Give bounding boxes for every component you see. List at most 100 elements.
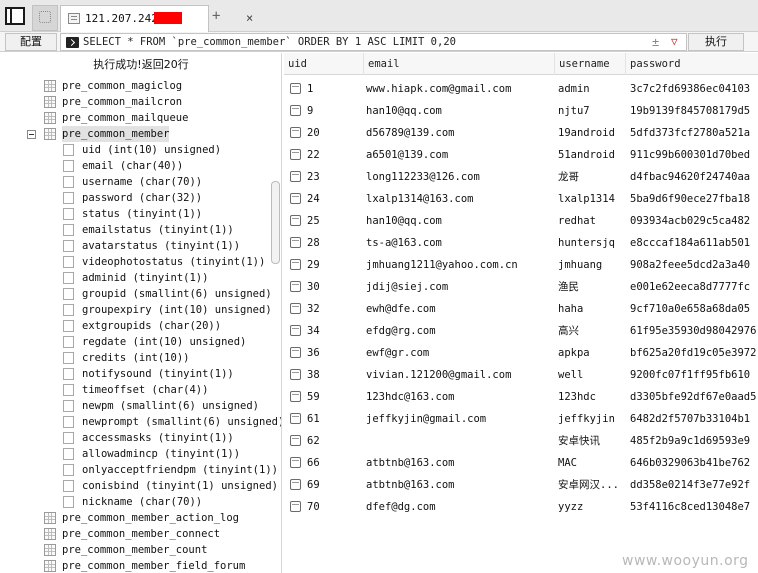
cell-username[interactable]: 19android xyxy=(558,122,624,144)
table-row[interactable]: 22 a6501@139.com 51android 911c99b600301d70… xyxy=(284,144,758,166)
cell-password[interactable]: 6482d2f5707b33104b1 xyxy=(630,408,758,430)
cell-password[interactable]: 485f2b9a9c1d69593e9 xyxy=(630,430,758,452)
table-row[interactable]: 59 123hdc@163.com 123hdc d3305bfe92df67e0aa… xyxy=(284,386,758,408)
chevron-down-icon[interactable]: ▽ xyxy=(671,35,678,48)
cell-email[interactable]: jmhuang1211@yahoo.com.cn xyxy=(366,254,554,276)
cell-uid[interactable]: 36 xyxy=(307,342,362,364)
cell-uid[interactable]: 25 xyxy=(307,210,362,232)
table-row[interactable]: 70 dfef@dg.com yyzz 53f4116c8ced13048e7 xyxy=(284,496,758,518)
cell-username[interactable]: lxalp1314 xyxy=(558,188,624,210)
cell-email[interactable]: 123hdc@163.com xyxy=(366,386,554,408)
cell-username[interactable]: jeffkyjin xyxy=(558,408,624,430)
cell-uid[interactable]: 1 xyxy=(307,78,362,100)
table-row[interactable]: 62 安卓快讯 485f2b9a9c1d69593e9 xyxy=(284,430,758,452)
cell-email[interactable]: a6501@139.com xyxy=(366,144,554,166)
cell-username[interactable]: 渔民 xyxy=(558,276,624,298)
header-uid[interactable]: uid xyxy=(284,53,364,75)
row-checkbox[interactable] xyxy=(290,303,301,314)
cell-password[interactable]: 19b9139f845708179d5 xyxy=(630,100,758,122)
cell-email[interactable]: ewh@dfe.com xyxy=(366,298,554,320)
cell-uid[interactable]: 62 xyxy=(307,430,362,452)
cell-password[interactable]: bf625a20fd19c05e3972 xyxy=(630,342,758,364)
cell-username[interactable]: njtu7 xyxy=(558,100,624,122)
cell-uid[interactable]: 9 xyxy=(307,100,362,122)
cell-uid[interactable]: 24 xyxy=(307,188,362,210)
cell-password[interactable]: dd358e0214f3e77e92f xyxy=(630,474,758,496)
cell-username[interactable]: 龙哥 xyxy=(558,166,624,188)
cell-username[interactable]: apkpa xyxy=(558,342,624,364)
row-checkbox[interactable] xyxy=(290,215,301,226)
table-row[interactable]: 20 d56789@139.com 19android 5dfd373fcf2780a… xyxy=(284,122,758,144)
cell-username[interactable]: huntersjq xyxy=(558,232,624,254)
cell-uid[interactable]: 61 xyxy=(307,408,362,430)
cell-username[interactable]: MAC xyxy=(558,452,624,474)
cell-uid[interactable]: 32 xyxy=(307,298,362,320)
cell-password[interactable]: 61f95e35930d98042976 xyxy=(630,320,758,342)
cell-password[interactable]: 9200fc07f1ff95fb610 xyxy=(630,364,758,386)
row-checkbox[interactable] xyxy=(290,347,301,358)
cell-username[interactable]: admin xyxy=(558,78,624,100)
cell-uid[interactable]: 70 xyxy=(307,496,362,518)
row-checkbox[interactable] xyxy=(290,325,301,336)
table-row[interactable]: 29 jmhuang1211@yahoo.com.cn jmhuang 908a2fe… xyxy=(284,254,758,276)
cell-username[interactable]: 123hdc xyxy=(558,386,624,408)
row-checkbox[interactable] xyxy=(290,171,301,182)
cell-uid[interactable]: 23 xyxy=(307,166,362,188)
sql-text[interactable]: SELECT * FROM `pre_common_member` ORDER … xyxy=(83,36,456,48)
table-row[interactable]: 30 jdij@siej.com 渔民 e001e62eeca8d7777fc xyxy=(284,276,758,298)
add-tab-icon[interactable]: + xyxy=(212,8,220,24)
table-row[interactable]: 69 atbtnb@163.com 安卓网汉... dd358e0214f3e77e9… xyxy=(284,474,758,496)
cell-email[interactable]: efdg@rg.com xyxy=(366,320,554,342)
cell-username[interactable]: 高兴 xyxy=(558,320,624,342)
cell-uid[interactable]: 22 xyxy=(307,144,362,166)
table-row[interactable]: 28 ts-a@163.com huntersjq e8cccaf184a611ab5… xyxy=(284,232,758,254)
table-row[interactable]: 25 han10@qq.com redhat 093934acb029c5ca482 xyxy=(284,210,758,232)
plus-minus-icon[interactable]: ± xyxy=(652,35,659,49)
panel-toggle-icon[interactable] xyxy=(5,7,25,25)
row-checkbox[interactable] xyxy=(290,369,301,380)
sql-input[interactable]: SELECT * FROM `pre_common_member` ORDER … xyxy=(60,33,687,51)
cell-email[interactable]: ts-a@163.com xyxy=(366,232,554,254)
cell-username[interactable]: jmhuang xyxy=(558,254,624,276)
row-checkbox[interactable] xyxy=(290,281,301,292)
cell-username[interactable]: 安卓快讯 xyxy=(558,430,624,452)
cell-username[interactable]: redhat xyxy=(558,210,624,232)
cell-username[interactable]: 安卓网汉... xyxy=(558,474,624,496)
table-row[interactable]: 23 long112233@126.com 龙哥 d4fbac94620f24740a… xyxy=(284,166,758,188)
cell-uid[interactable]: 34 xyxy=(307,320,362,342)
cell-email[interactable]: han10@qq.com xyxy=(366,100,554,122)
config-button[interactable]: 配置 xyxy=(5,33,57,51)
cell-email[interactable] xyxy=(366,430,554,452)
cell-username[interactable]: well xyxy=(558,364,624,386)
row-checkbox[interactable] xyxy=(290,149,301,160)
row-checkbox[interactable] xyxy=(290,413,301,424)
cell-password[interactable]: d3305bfe92df67e0aad5 xyxy=(630,386,758,408)
cell-password[interactable]: e001e62eeca8d7777fc xyxy=(630,276,758,298)
cell-email[interactable]: lxalp1314@163.com xyxy=(366,188,554,210)
cell-email[interactable]: ewf@gr.com xyxy=(366,342,554,364)
cell-email[interactable]: vivian.121200@gmail.com xyxy=(366,364,554,386)
cell-email[interactable]: jeffkyjin@gmail.com xyxy=(366,408,554,430)
row-checkbox[interactable] xyxy=(290,259,301,270)
tab-settings[interactable] xyxy=(32,5,58,31)
row-checkbox[interactable] xyxy=(290,105,301,116)
row-checkbox[interactable] xyxy=(290,457,301,468)
cell-username[interactable]: haha xyxy=(558,298,624,320)
cell-password[interactable]: 093934acb029c5ca482 xyxy=(630,210,758,232)
cell-password[interactable]: 53f4116c8ced13048e7 xyxy=(630,496,758,518)
table-row[interactable]: 66 atbtnb@163.com MAC 646b0329063b41be762 xyxy=(284,452,758,474)
row-checkbox[interactable] xyxy=(290,237,301,248)
cell-password[interactable]: e8cccaf184a611ab501 xyxy=(630,232,758,254)
row-checkbox[interactable] xyxy=(290,435,301,446)
cell-uid[interactable]: 38 xyxy=(307,364,362,386)
row-checkbox[interactable] xyxy=(290,501,301,512)
row-checkbox[interactable] xyxy=(290,479,301,490)
cell-email[interactable]: han10@qq.com xyxy=(366,210,554,232)
collapse-icon[interactable] xyxy=(27,130,36,139)
cell-password[interactable]: 908a2feee5dcd2a3a40 xyxy=(630,254,758,276)
cell-password[interactable]: d4fbac94620f24740aa xyxy=(630,166,758,188)
header-username[interactable]: username xyxy=(555,53,626,75)
cell-uid[interactable]: 20 xyxy=(307,122,362,144)
table-row[interactable]: 9 han10@qq.com njtu7 19b9139f845708179d5 xyxy=(284,100,758,122)
cell-email[interactable]: long112233@126.com xyxy=(366,166,554,188)
